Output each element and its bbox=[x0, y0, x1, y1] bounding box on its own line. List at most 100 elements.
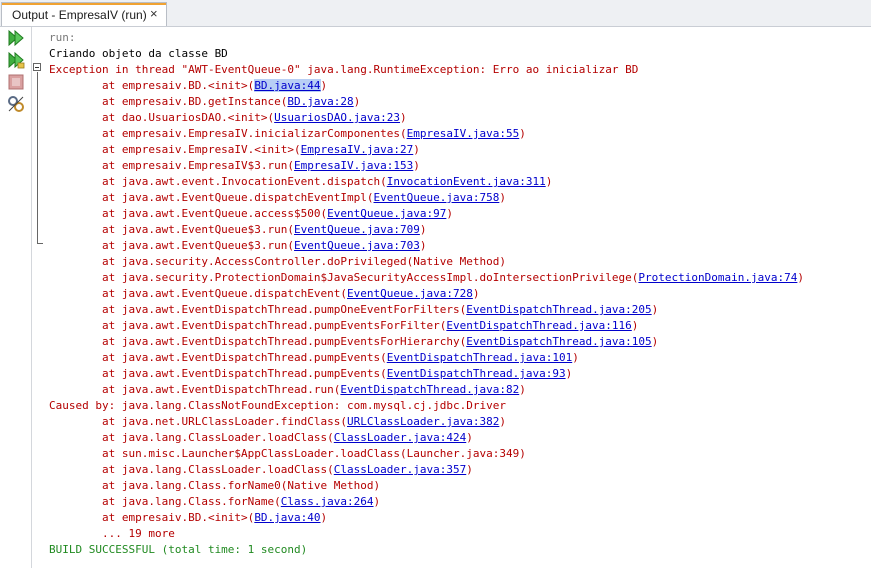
stack-trace-link[interactable]: EventQueue.java:758 bbox=[374, 191, 500, 204]
console-line: at java.security.AccessController.doPriv… bbox=[49, 254, 506, 270]
stop-icon[interactable] bbox=[7, 73, 25, 91]
console-text: at dao.UsuariosDAO.<init>( bbox=[49, 111, 275, 124]
console-text: ) bbox=[499, 191, 506, 204]
stack-trace-link[interactable]: ProtectionDomain.java:74 bbox=[638, 271, 797, 284]
console-line: at java.awt.EventDispatchThread.pumpEven… bbox=[49, 366, 572, 382]
console-line: at empresaiv.EmpresaIV.<init>(EmpresaIV.… bbox=[49, 142, 420, 158]
console-line: at java.awt.EventDispatchThread.run(Even… bbox=[49, 382, 526, 398]
rerun-icon[interactable] bbox=[7, 29, 25, 47]
stack-trace-link[interactable]: EventDispatchThread.java:116 bbox=[446, 319, 631, 332]
rerun-with-args-icon[interactable] bbox=[7, 51, 25, 69]
console-line: at java.awt.EventDispatchThread.pumpEven… bbox=[49, 350, 579, 366]
tab-active-indicator bbox=[2, 3, 166, 5]
stack-trace-link[interactable]: EmpresaIV.java:27 bbox=[301, 143, 414, 156]
console-line: at empresaiv.EmpresaIV.inicializarCompon… bbox=[49, 126, 526, 142]
console-text: Exception in thread "AWT-EventQueue-0" j… bbox=[49, 63, 639, 76]
console-text: at java.lang.Class.forName( bbox=[49, 495, 281, 508]
console-line: at java.lang.Class.forName0(Native Metho… bbox=[49, 478, 380, 494]
collapse-icon[interactable] bbox=[33, 63, 41, 71]
console-text: at empresaiv.BD.getInstance( bbox=[49, 95, 288, 108]
console-text: ) bbox=[572, 351, 579, 364]
console-text: at java.awt.EventDispatchThread.pumpOneE… bbox=[49, 303, 467, 316]
stack-trace-link[interactable]: BD.java:28 bbox=[287, 95, 353, 108]
console-text: at java.awt.EventQueue$3.run( bbox=[49, 223, 295, 236]
stack-trace-link[interactable]: URLClassLoader.java:382 bbox=[347, 415, 499, 428]
console-text: ) bbox=[519, 383, 526, 396]
output-toolbar bbox=[0, 27, 32, 568]
console-text: ) bbox=[413, 159, 420, 172]
console-text: at java.awt.EventQueue.access$500( bbox=[49, 207, 328, 220]
console-text: ) bbox=[519, 127, 526, 140]
console-text: ) bbox=[472, 287, 480, 300]
console-text: at java.awt.EventDispatchThread.pumpEven… bbox=[49, 351, 387, 364]
console-text: at java.awt.EventDispatchThread.run( bbox=[49, 383, 341, 396]
console-line: run: bbox=[49, 30, 76, 46]
console-text: ) bbox=[373, 495, 381, 508]
console-text: at java.awt.EventQueue$3.run( bbox=[49, 239, 295, 252]
stack-trace-link[interactable]: EventDispatchThread.java:105 bbox=[466, 335, 651, 348]
console-text: ) bbox=[565, 367, 573, 380]
console-line: at sun.misc.Launcher$AppClassLoader.load… bbox=[49, 446, 526, 462]
console-output[interactable]: run: Criando objeto da classe BD Exception… bbox=[49, 27, 871, 568]
console-text: BUILD SUCCESSFUL (total time: 1 second) bbox=[49, 543, 308, 556]
console-text: ) bbox=[353, 95, 361, 108]
stack-trace-link[interactable]: EventQueue.java:703 bbox=[294, 239, 420, 252]
console-text: at java.lang.ClassLoader.loadClass( bbox=[49, 463, 334, 476]
console-line: at java.awt.EventQueue$3.run(EventQueue.… bbox=[49, 238, 427, 254]
stack-trace-link[interactable]: EventQueue.java:97 bbox=[327, 207, 446, 220]
console-line: at java.awt.EventQueue$3.run(EventQueue.… bbox=[49, 222, 427, 238]
console-text: ) bbox=[413, 143, 420, 156]
stack-trace-link[interactable]: EventDispatchThread.java:82 bbox=[340, 383, 519, 396]
fold-gutter bbox=[31, 27, 46, 568]
console-text: ) bbox=[320, 511, 328, 524]
console-line: at java.awt.EventDispatchThread.pumpEven… bbox=[49, 318, 638, 334]
settings-icon[interactable] bbox=[7, 95, 25, 113]
console-line: at dao.UsuariosDAO.<init>(UsuariosDAO.ja… bbox=[49, 110, 407, 126]
stack-trace-link[interactable]: EventQueue.java:728 bbox=[347, 287, 473, 300]
console-line: ... 19 more bbox=[49, 526, 175, 542]
console-line: at java.security.ProtectionDomain$JavaSe… bbox=[49, 270, 804, 286]
stack-trace-link[interactable]: EventDispatchThread.java:205 bbox=[466, 303, 651, 316]
stack-trace-link[interactable]: ClassLoader.java:357 bbox=[334, 463, 466, 476]
console-line: at java.lang.Class.forName(Class.java:26… bbox=[49, 494, 380, 510]
console-text: at java.lang.ClassLoader.loadClass( bbox=[49, 431, 334, 444]
stack-trace-link[interactable]: Class.java:264 bbox=[281, 495, 374, 508]
stack-trace-link[interactable]: UsuariosDAO.java:23 bbox=[274, 111, 400, 124]
stack-trace-link[interactable]: BD.java:40 bbox=[254, 511, 320, 524]
console-line: at java.lang.ClassLoader.loadClass(Class… bbox=[49, 462, 473, 478]
console-line: at empresaiv.BD.<init>(BD.java:44) bbox=[49, 78, 327, 94]
console-line: at java.awt.EventDispatchThread.pumpOneE… bbox=[49, 302, 658, 318]
console-text: at java.awt.EventQueue.dispatchEventImpl… bbox=[49, 191, 374, 204]
console-line: at java.awt.EventDispatchThread.pumpEven… bbox=[49, 334, 658, 350]
console-text: at java.security.AccessController.doPriv… bbox=[49, 255, 506, 268]
stack-trace-link[interactable]: ClassLoader.java:424 bbox=[334, 431, 466, 444]
console-text: ) bbox=[631, 319, 639, 332]
stack-trace-link[interactable]: InvocationEvent.java:311 bbox=[387, 175, 546, 188]
console-text: ) bbox=[797, 271, 804, 284]
stack-trace-link[interactable]: EmpresaIV.java:153 bbox=[294, 159, 413, 172]
console-text: at java.net.URLClassLoader.findClass( bbox=[49, 415, 348, 428]
console-text: at empresaiv.EmpresaIV.inicializarCompon… bbox=[49, 127, 407, 140]
console-text: at empresaiv.BD.<init>( bbox=[49, 511, 255, 524]
output-tab[interactable]: Output - EmpresaIV (run) × bbox=[1, 2, 167, 26]
stack-trace-link[interactable]: EventDispatchThread.java:101 bbox=[387, 351, 572, 364]
stack-trace-link[interactable]: EventDispatchThread.java:93 bbox=[387, 367, 566, 380]
close-icon[interactable]: × bbox=[150, 6, 158, 21]
console-text: ) bbox=[651, 335, 659, 348]
console-text: run: bbox=[49, 31, 76, 44]
console-text: at empresaiv.EmpresaIV.<init>( bbox=[49, 143, 301, 156]
console-text: ... 19 more bbox=[49, 527, 175, 540]
console-text: at sun.misc.Launcher$AppClassLoader.load… bbox=[49, 447, 526, 460]
stack-trace-link[interactable]: EventQueue.java:709 bbox=[294, 223, 420, 236]
console-text: at java.awt.EventDispatchThread.pumpEven… bbox=[49, 367, 387, 380]
console-text: Criando objeto da classe BD bbox=[49, 47, 228, 60]
console-text: ) bbox=[419, 223, 427, 236]
console-line: Caused by: java.lang.ClassNotFoundExcept… bbox=[49, 398, 506, 414]
console-text: ) bbox=[499, 415, 506, 428]
tab-title: Output - EmpresaIV (run) bbox=[12, 8, 147, 22]
console-text: at empresaiv.BD.<init>( bbox=[49, 79, 255, 92]
fold-end bbox=[37, 243, 43, 244]
stack-trace-link[interactable]: EmpresaIV.java:55 bbox=[407, 127, 520, 140]
stack-trace-link[interactable]: BD.java:44 bbox=[254, 79, 321, 92]
console-text: at empresaiv.EmpresaIV$3.run( bbox=[49, 159, 295, 172]
